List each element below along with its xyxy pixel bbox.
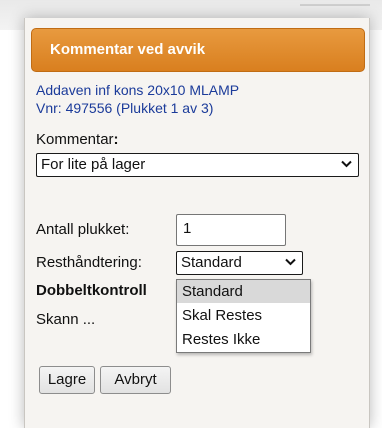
rest-option-skal-restes[interactable]: Skal Restes: [177, 304, 310, 327]
picked-quantity-input[interactable]: 1: [176, 214, 286, 246]
chevron-down-icon: [285, 258, 296, 266]
double-check-label: Dobbeltkontroll: [36, 282, 147, 299]
rest-option-standard[interactable]: Standard: [177, 280, 310, 303]
background-ghost-line: [300, 4, 370, 16]
save-button[interactable]: Lagre: [39, 366, 95, 394]
dialog-title: Kommentar ved avvik: [50, 41, 206, 58]
item-info: Vnr: 497556 (Plukket 1 av 3): [36, 100, 214, 116]
deviation-comment-dialog: Kommentar ved avvik Addaven inf kons 20x…: [24, 18, 370, 428]
picked-quantity-value: 1: [183, 220, 192, 237]
comment-label-colon: :: [113, 131, 119, 148]
comment-select[interactable]: For lite på lager: [36, 153, 359, 177]
dialog-header: Kommentar ved avvik: [31, 28, 365, 72]
rest-handling-select-value: Standard: [181, 254, 242, 271]
picked-label: Antall plukket:: [36, 221, 130, 238]
comment-label: Kommentar:: [36, 131, 119, 148]
rest-handling-select[interactable]: Standard: [176, 251, 303, 275]
rest-option-restes-ikke[interactable]: Restes Ikke: [177, 328, 310, 351]
chevron-down-icon: [341, 160, 352, 168]
rest-handling-label: Resthåndtering:: [36, 254, 142, 271]
comment-label-text: Kommentar: [36, 131, 114, 148]
comment-select-value: For lite på lager: [41, 156, 146, 173]
item-name: Addaven inf kons 20x10 MLAMP: [36, 82, 240, 98]
rest-handling-dropdown-list: Standard Skal Restes Restes Ikke: [176, 279, 311, 353]
scan-label: Skann ...: [36, 311, 96, 328]
cancel-button[interactable]: Avbryt: [100, 366, 171, 394]
